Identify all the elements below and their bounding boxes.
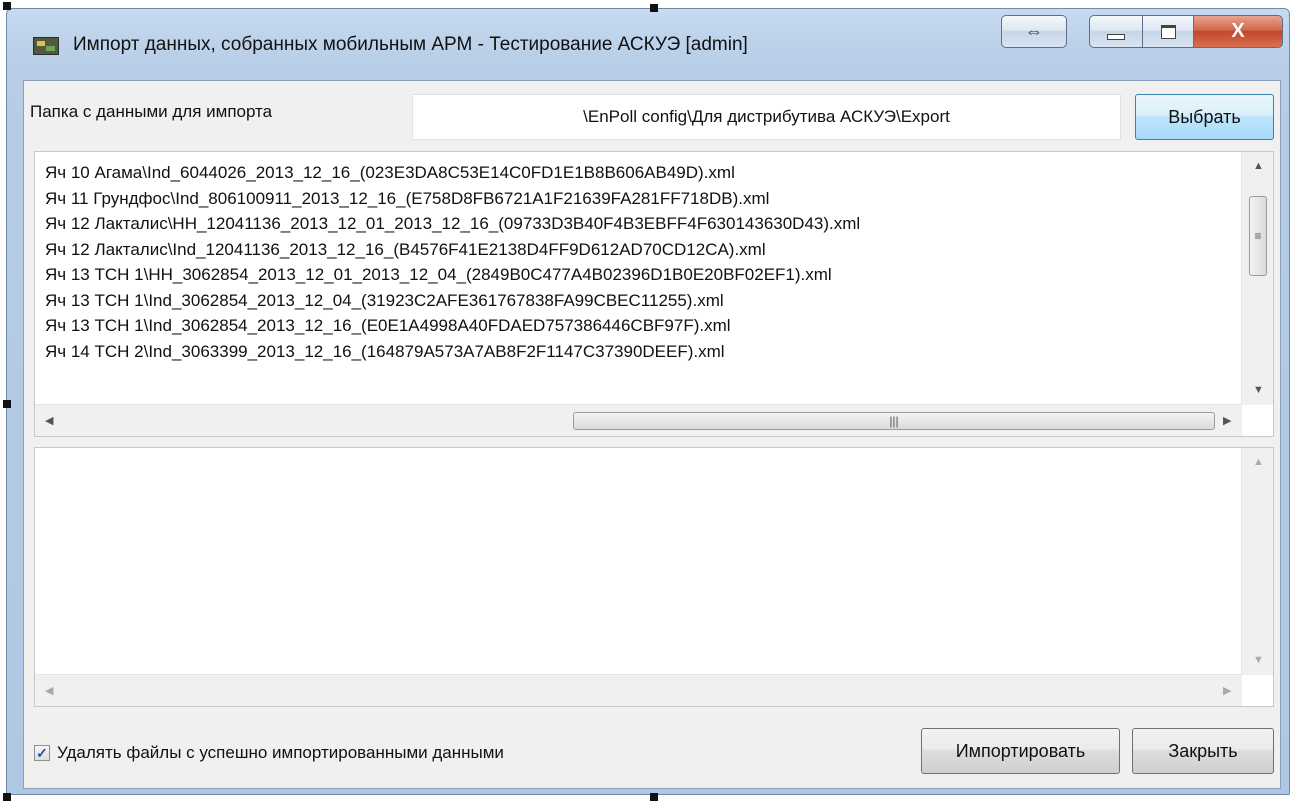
title-bar[interactable]: Импорт данных, собранных мобильным АРМ -… xyxy=(7,9,1289,73)
swap-arrows-icon: ⇔ xyxy=(1025,21,1043,41)
swap-button[interactable]: ⇔ xyxy=(1001,15,1067,48)
folder-label: Папка с данными для импорта xyxy=(30,102,273,121)
window-title: Импорт данных, собранных мобильным АРМ -… xyxy=(73,34,748,55)
file-list-items: Яч 10 Агама\Ind_6044026_2013_12_16_(023E… xyxy=(45,160,1245,364)
scroll-left-arrow-icon[interactable]: ◀ xyxy=(45,684,53,697)
list-item[interactable]: Яч 10 Агама\Ind_6044026_2013_12_16_(023E… xyxy=(45,160,1245,186)
scroll-up-arrow-icon[interactable]: ▲ xyxy=(1253,456,1264,468)
app-icon[interactable] xyxy=(33,37,59,55)
scroll-down-arrow-icon[interactable]: ▼ xyxy=(1253,384,1264,396)
minimize-button[interactable] xyxy=(1089,15,1143,48)
resize-handle-bottom-left[interactable] xyxy=(3,793,11,801)
delete-files-checkbox[interactable]: ✓ xyxy=(34,745,50,761)
log-vertical-scrollbar[interactable]: ▲ ▼ xyxy=(1241,448,1273,675)
scroll-right-arrow-icon[interactable]: ▶ xyxy=(1223,414,1231,427)
list-item[interactable]: Яч 12 Лакталис\Ind_12041136_2013_12_16_(… xyxy=(45,237,1245,263)
maximize-button[interactable] xyxy=(1142,15,1194,48)
close-window-button[interactable]: X xyxy=(1193,15,1283,48)
list-item[interactable]: Яч 13 ТСН 1\НН_3062854_2013_12_01_2013_1… xyxy=(45,262,1245,288)
file-list-horizontal-scrollbar[interactable]: ◀ ||| ▶ xyxy=(35,404,1242,436)
resize-handle-top[interactable] xyxy=(650,4,658,12)
browse-button[interactable]: Выбрать xyxy=(1135,94,1274,140)
scroll-right-arrow-icon[interactable]: ▶ xyxy=(1223,684,1231,697)
import-dialog-window: Импорт данных, собранных мобильным АРМ -… xyxy=(6,8,1290,795)
list-item[interactable]: Яч 13 ТСН 1\Ind_3062854_2013_12_04_(3192… xyxy=(45,288,1245,314)
resize-handle-top-left[interactable] xyxy=(3,2,11,10)
list-item[interactable]: Яч 14 ТСН 2\Ind_3063399_2013_12_16_(1648… xyxy=(45,339,1245,365)
import-button[interactable]: Импортировать xyxy=(921,728,1120,774)
list-item[interactable]: Яч 13 ТСН 1\Ind_3062854_2013_12_16_(E0E1… xyxy=(45,313,1245,339)
resize-handle-left[interactable] xyxy=(3,400,11,408)
scroll-up-arrow-icon[interactable]: ▲ xyxy=(1253,160,1264,172)
delete-files-label: Удалять файлы с успешно импортированными… xyxy=(57,743,504,762)
log-horizontal-scrollbar[interactable]: ◀ ▶ xyxy=(35,674,1242,706)
list-item[interactable]: Яч 11 Грундфос\Ind_806100911_2013_12_16_… xyxy=(45,186,1245,212)
file-list-vertical-scrollbar[interactable]: ▲ ≡ ▼ xyxy=(1241,152,1273,405)
file-list[interactable]: Яч 10 Агама\Ind_6044026_2013_12_16_(023E… xyxy=(34,151,1274,437)
scroll-down-arrow-icon[interactable]: ▼ xyxy=(1253,654,1264,666)
dialog-client-area: Папка с данными для импорта \EnPoll conf… xyxy=(23,80,1281,789)
close-icon: X xyxy=(1231,20,1245,42)
maximize-icon xyxy=(1160,24,1176,39)
close-button[interactable]: Закрыть xyxy=(1132,728,1274,774)
folder-path-input[interactable]: \EnPoll config\Для дистрибутива АСКУЭ\Ex… xyxy=(412,94,1121,140)
import-log[interactable]: ▲ ▼ ◀ ▶ xyxy=(34,447,1274,707)
minimize-icon xyxy=(1107,33,1125,40)
scroll-left-arrow-icon[interactable]: ◀ xyxy=(45,414,53,427)
horizontal-scroll-thumb[interactable]: ||| xyxy=(573,412,1215,430)
delete-files-option[interactable]: ✓ Удалять файлы с успешно импортированны… xyxy=(34,743,504,763)
vertical-scroll-thumb[interactable]: ≡ xyxy=(1249,196,1267,276)
resize-handle-bottom[interactable] xyxy=(650,793,658,801)
list-item[interactable]: Яч 12 Лакталис\НН_12041136_2013_12_01_20… xyxy=(45,211,1245,237)
